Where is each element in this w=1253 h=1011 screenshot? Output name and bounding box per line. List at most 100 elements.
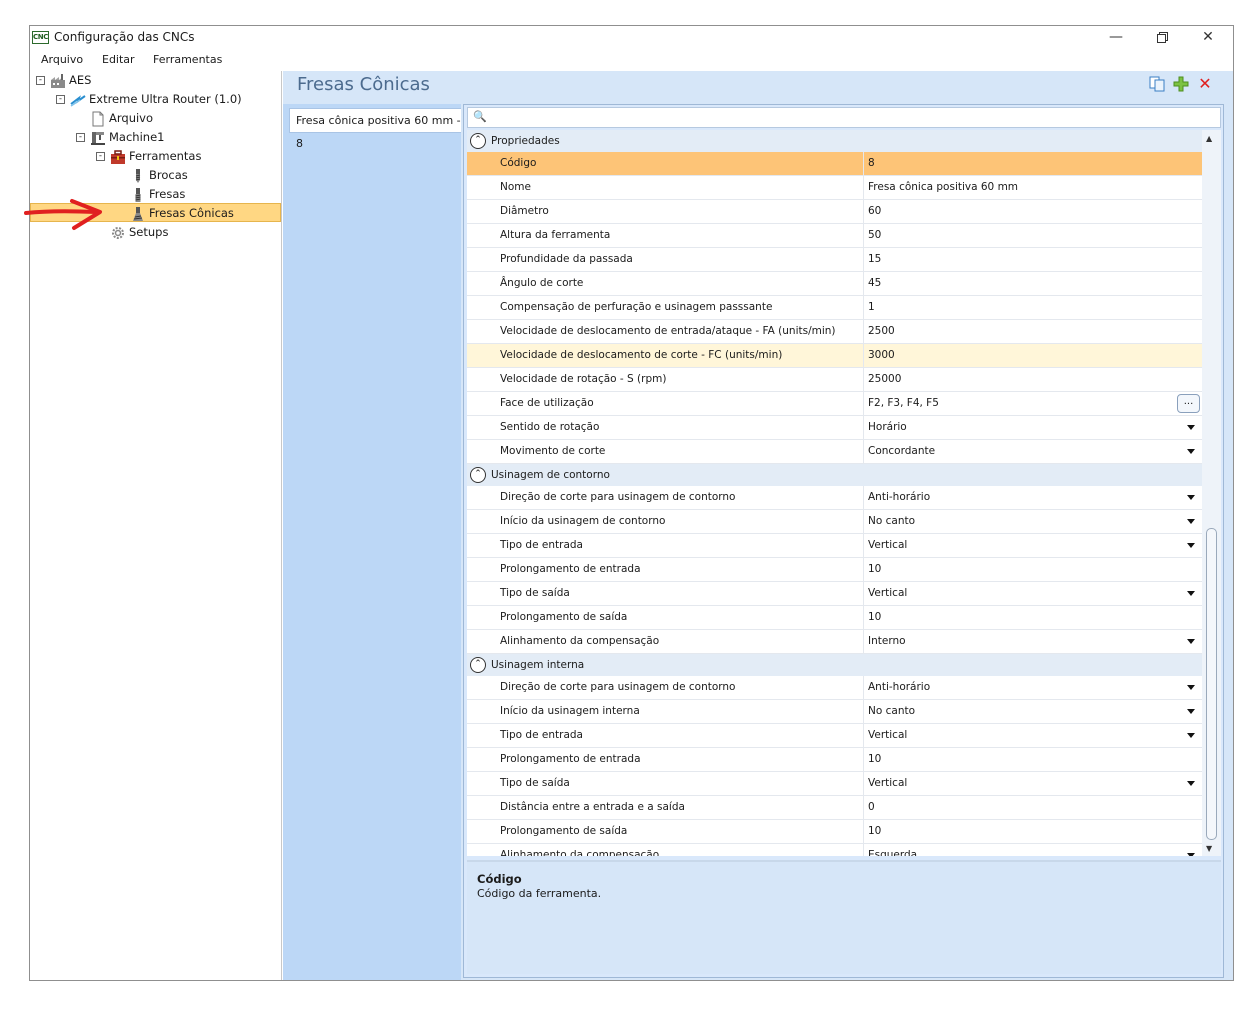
property-row[interactable]: Tipo de entrada Vertical bbox=[467, 534, 1202, 558]
scroll-up-icon[interactable]: ▲ bbox=[1206, 134, 1212, 143]
collapse-up-icon[interactable]: ⌃ bbox=[470, 133, 486, 149]
collapse-aes-toggle[interactable]: - bbox=[36, 76, 45, 85]
toolbox-icon bbox=[111, 149, 125, 164]
property-row[interactable]: Alinhamento da compensação Interno bbox=[467, 630, 1202, 654]
property-row[interactable]: Prolongamento de saída 10 bbox=[467, 606, 1202, 630]
property-row[interactable]: Velocidade de deslocamento de corte - FC… bbox=[467, 344, 1202, 368]
property-row[interactable]: Direção de corte para usinagem de contor… bbox=[467, 486, 1202, 510]
restore-icon bbox=[1156, 32, 1168, 43]
property-row[interactable]: Código 8 bbox=[467, 152, 1202, 176]
property-grid-frame: 🔍 ⌃ Propriedades Código 8 Nome Fresa cônic… bbox=[463, 104, 1224, 978]
tree-node-brocas[interactable]: Brocas bbox=[130, 166, 188, 185]
scrollbar-thumb[interactable] bbox=[1206, 528, 1217, 840]
collapse-up-icon[interactable]: ⌃ bbox=[470, 657, 486, 673]
property-row[interactable]: Velocidade de rotação - S (rpm) 25000 bbox=[467, 368, 1202, 392]
list-scroll-arrows-icon: ▲▼ bbox=[369, 980, 376, 981]
dropdown-arrow-icon[interactable] bbox=[1187, 519, 1195, 524]
maximize-button[interactable] bbox=[1139, 26, 1185, 50]
property-row[interactable]: Tipo de saída Vertical bbox=[467, 772, 1202, 796]
collapse-ferramentas-toggle[interactable]: - bbox=[96, 152, 105, 161]
property-row[interactable]: Prolongamento de saída 10 bbox=[467, 820, 1202, 844]
conical-mill-icon bbox=[133, 206, 143, 221]
menu-ferramentas[interactable]: Ferramentas bbox=[153, 53, 222, 66]
description-pane: Código Código da ferramenta. bbox=[467, 860, 1221, 974]
property-row[interactable]: Distância entre a entrada e a saída 0 bbox=[467, 796, 1202, 820]
tree-node-ferramentas[interactable]: Ferramentas bbox=[110, 147, 201, 166]
collapse-up-icon[interactable]: ⌃ bbox=[470, 467, 486, 483]
tool-list: Fresa cônica positiva 60 mm - 8 ▲▼ bbox=[283, 104, 461, 981]
dropdown-arrow-icon[interactable] bbox=[1187, 853, 1195, 856]
property-row[interactable]: Início da usinagem interna No canto bbox=[467, 700, 1202, 724]
dropdown-arrow-icon[interactable] bbox=[1187, 449, 1195, 454]
property-row[interactable]: Face de utilização F2, F3, F4, F5... bbox=[467, 392, 1202, 416]
property-grid: ⌃ Propriedades Código 8 Nome Fresa cônica … bbox=[467, 130, 1202, 856]
tree-node-setups[interactable]: Setups bbox=[110, 223, 168, 242]
property-row[interactable]: Nome Fresa cônica positiva 60 mm bbox=[467, 176, 1202, 200]
dropdown-arrow-icon[interactable] bbox=[1187, 495, 1195, 500]
delete-button[interactable]: ✕ bbox=[1196, 76, 1214, 94]
cnc-app-icon: CNC bbox=[32, 31, 49, 44]
dropdown-arrow-icon[interactable] bbox=[1187, 591, 1195, 596]
menu-arquivo[interactable]: Arquivo bbox=[41, 53, 83, 66]
description-title: Código bbox=[477, 872, 522, 886]
menu-editar[interactable]: Editar bbox=[102, 53, 135, 66]
property-row[interactable]: Altura da ferramenta 50 bbox=[467, 224, 1202, 248]
property-row[interactable]: Diâmetro 60 bbox=[467, 200, 1202, 224]
description-text: Código da ferramenta. bbox=[477, 887, 602, 900]
red-arrow-annotation-icon bbox=[24, 199, 102, 230]
scroll-down-icon[interactable]: ▼ bbox=[1206, 844, 1212, 853]
property-row[interactable]: Sentido de rotação Horário bbox=[467, 416, 1202, 440]
close-red-icon: ✕ bbox=[1198, 74, 1212, 93]
property-row[interactable]: Tipo de entrada Vertical bbox=[467, 724, 1202, 748]
category-usinagem-interna[interactable]: ⌃ Usinagem interna bbox=[467, 654, 1202, 676]
property-row[interactable]: Movimento de corte Concordante bbox=[467, 440, 1202, 464]
property-row[interactable]: Profundidade da passada 15 bbox=[467, 248, 1202, 272]
end-mill-icon bbox=[135, 187, 141, 202]
plus-icon bbox=[1173, 76, 1189, 92]
tree-node-machine1[interactable]: Machine1 bbox=[90, 128, 164, 147]
dropdown-arrow-icon[interactable] bbox=[1187, 709, 1195, 714]
property-row[interactable]: Prolongamento de entrada 10 bbox=[467, 748, 1202, 772]
dropdown-arrow-icon[interactable] bbox=[1187, 425, 1195, 430]
property-row[interactable]: Ângulo de corte 45 bbox=[467, 272, 1202, 296]
property-row[interactable]: Velocidade de deslocamento de entrada/at… bbox=[467, 320, 1202, 344]
property-row[interactable]: Compensação de perfuração e usinagem pas… bbox=[467, 296, 1202, 320]
tree-node-arquivo[interactable]: Arquivo bbox=[90, 109, 153, 128]
dropdown-arrow-icon[interactable] bbox=[1187, 781, 1195, 786]
property-row[interactable]: Prolongamento de entrada 10 bbox=[467, 558, 1202, 582]
main-window: CNC Configuração das CNCs — ✕ Arquivo Ed… bbox=[29, 25, 1234, 981]
add-button[interactable] bbox=[1172, 76, 1190, 94]
minimize-button[interactable]: — bbox=[1093, 26, 1139, 50]
page-title: Fresas Cônicas bbox=[297, 74, 430, 95]
document-icon bbox=[92, 111, 104, 126]
dropdown-arrow-icon[interactable] bbox=[1187, 639, 1195, 644]
category-propriedades[interactable]: ⌃ Propriedades bbox=[467, 130, 1202, 152]
copy-button[interactable] bbox=[1148, 76, 1166, 94]
search-input[interactable]: 🔍 bbox=[467, 107, 1221, 128]
ellipsis-button[interactable]: ... bbox=[1177, 394, 1200, 413]
collapse-machine-toggle[interactable]: - bbox=[76, 133, 85, 142]
dropdown-arrow-icon[interactable] bbox=[1187, 733, 1195, 738]
factory-icon bbox=[51, 73, 65, 88]
property-grid-scrollbar[interactable]: ▲ ▼ bbox=[1202, 130, 1221, 856]
dropdown-arrow-icon[interactable] bbox=[1187, 685, 1195, 690]
collapse-router-toggle[interactable]: - bbox=[56, 95, 65, 104]
details-panel: Fresas Cônicas ✕ Fresa cônica positiva 6… bbox=[283, 71, 1233, 981]
close-window-button[interactable]: ✕ bbox=[1185, 26, 1231, 50]
router-logo-icon bbox=[70, 94, 86, 107]
property-row[interactable]: Direção de corte para usinagem de contor… bbox=[467, 676, 1202, 700]
window-title: Configuração das CNCs bbox=[54, 30, 195, 44]
dropdown-arrow-icon[interactable] bbox=[1187, 543, 1195, 548]
copy-icon bbox=[1149, 76, 1165, 92]
property-row[interactable]: Início da usinagem de contorno No canto bbox=[467, 510, 1202, 534]
property-row[interactable]: Tipo de saída Vertical bbox=[467, 582, 1202, 606]
tree-node-aes[interactable]: AES bbox=[50, 71, 91, 90]
title-bar: CNC Configuração das CNCs — ✕ bbox=[30, 26, 1233, 50]
tree-node-fresas[interactable]: Fresas bbox=[130, 185, 185, 204]
machine-icon bbox=[91, 131, 105, 145]
gear-icon bbox=[112, 226, 124, 239]
list-item[interactable]: Fresa cônica positiva 60 mm - 8 bbox=[289, 108, 461, 150]
property-row[interactable]: Alinhamento da compensação Esquerda bbox=[467, 844, 1202, 856]
tree-node-router[interactable]: Extreme Ultra Router (1.0) bbox=[70, 90, 242, 109]
category-usinagem-contorno[interactable]: ⌃ Usinagem de contorno bbox=[467, 464, 1202, 486]
